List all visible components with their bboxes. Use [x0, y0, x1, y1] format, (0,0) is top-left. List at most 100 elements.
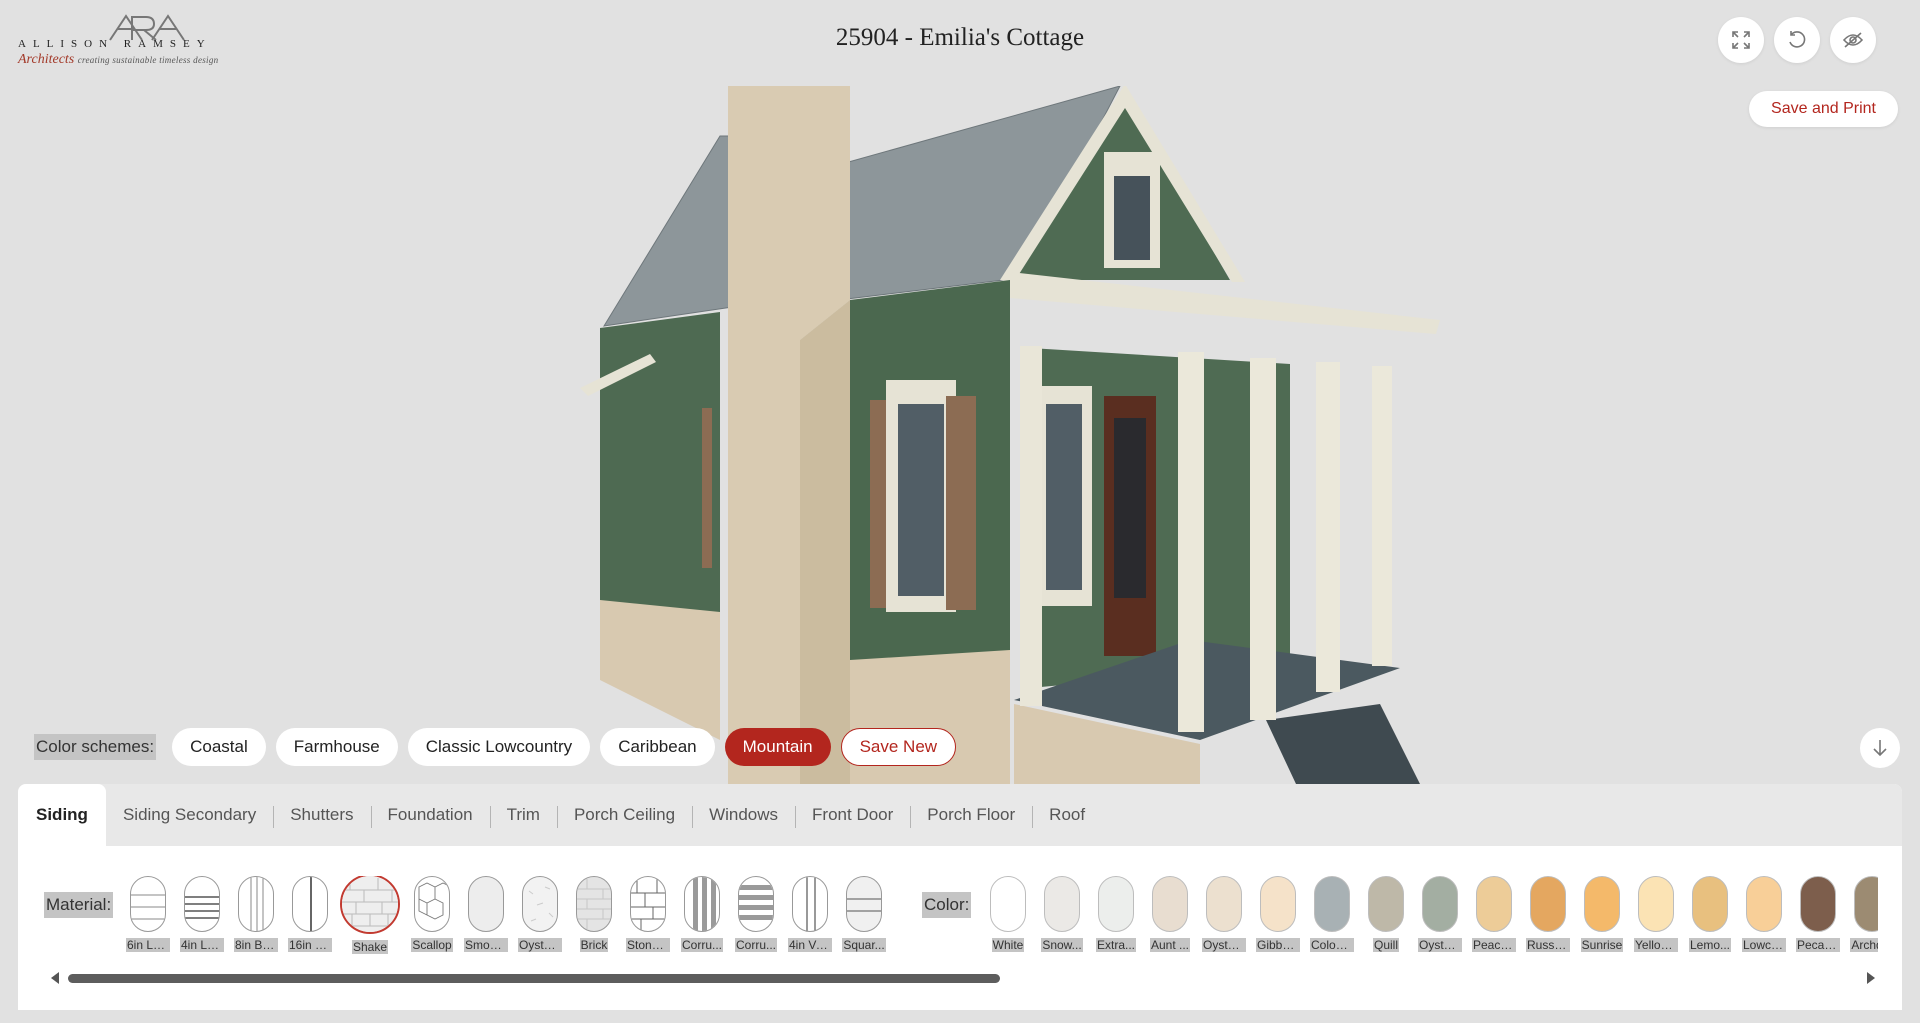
color-caption: Oyster...: [1202, 938, 1246, 952]
color-option[interactable]: Gibbe...: [1254, 876, 1302, 952]
material-caption: 4in Ve...: [788, 938, 832, 952]
color-option[interactable]: Extra...: [1092, 876, 1140, 952]
options-strip: Material: 6in La... 4in La... 8in Bo... …: [18, 876, 1878, 960]
color-caption: Lowco...: [1742, 938, 1786, 952]
porch-steps: [1266, 704, 1420, 784]
color-option[interactable]: Coloni...: [1308, 876, 1356, 952]
color-option[interactable]: Oyster...: [1416, 876, 1464, 952]
scroll-left-icon[interactable]: [48, 970, 62, 986]
material-caption: Scallop: [411, 938, 453, 952]
color-option[interactable]: Peace...: [1470, 876, 1518, 952]
foundation-left: [600, 600, 720, 740]
material-option[interactable]: Stone ...: [624, 876, 672, 952]
scheme-classic-lowcountry[interactable]: Classic Lowcountry: [407, 728, 591, 766]
material-option-selected[interactable]: Shake: [340, 876, 400, 954]
material-option[interactable]: Scallop: [408, 876, 456, 952]
brand-subtitle: Architects creating sustainable timeless…: [18, 52, 218, 68]
material-caption: Oyster...: [518, 938, 562, 952]
options-scrollbar[interactable]: [48, 970, 1878, 986]
scrollbar-thumb[interactable]: [68, 974, 1000, 983]
color-option[interactable]: White: [984, 876, 1032, 952]
color-swatch: [1314, 876, 1350, 932]
tab-shutters[interactable]: Shutters: [273, 784, 370, 846]
front-door-glass: [1114, 418, 1146, 598]
color-swatch: [1152, 876, 1188, 932]
material-option[interactable]: 4in Ve...: [786, 876, 834, 952]
tab-siding-secondary[interactable]: Siding Secondary: [106, 784, 273, 846]
save-new-scheme-button[interactable]: Save New: [840, 728, 957, 766]
material-16in-board-icon: [292, 876, 328, 932]
color-swatch: [1746, 876, 1782, 932]
save-and-print-button[interactable]: Save and Print: [1749, 91, 1898, 127]
tab-roof[interactable]: Roof: [1032, 784, 1102, 846]
color-option[interactable]: Pecan...: [1794, 876, 1842, 952]
color-caption: Pecan...: [1796, 938, 1840, 952]
material-caption: Brick: [579, 938, 609, 952]
tab-porch-floor[interactable]: Porch Floor: [910, 784, 1032, 846]
tab-foundation[interactable]: Foundation: [370, 784, 490, 846]
scroll-right-icon[interactable]: [1864, 970, 1878, 986]
color-swatch: [1422, 876, 1458, 932]
color-option[interactable]: Lowco...: [1740, 876, 1788, 952]
material-option[interactable]: Squar...: [840, 876, 888, 952]
tab-porch-ceiling[interactable]: Porch Ceiling: [556, 784, 692, 846]
tab-siding[interactable]: Siding: [18, 784, 106, 846]
color-option[interactable]: Aunt ...: [1146, 876, 1194, 952]
scheme-caribbean[interactable]: Caribbean: [600, 728, 715, 766]
material-option[interactable]: Smoot...: [462, 876, 510, 952]
reset-button[interactable]: [1774, 17, 1820, 63]
fullscreen-button[interactable]: [1718, 17, 1764, 63]
color-caption: Oyster...: [1418, 938, 1462, 952]
material-label: Material:: [44, 892, 114, 918]
brand-sub: Architects: [18, 52, 75, 67]
collapse-panel-button[interactable]: [1860, 728, 1900, 768]
tab-front-door[interactable]: Front Door: [795, 784, 910, 846]
material-4in-lap-icon: [184, 876, 220, 932]
color-swatch: [1800, 876, 1836, 932]
scheme-mountain[interactable]: Mountain: [724, 728, 831, 766]
front-window-glass: [898, 404, 944, 596]
color-option[interactable]: Quill: [1362, 876, 1410, 952]
material-caption: Corru...: [734, 938, 777, 952]
material-option[interactable]: Corru...: [732, 876, 780, 952]
material-option[interactable]: Oyster...: [516, 876, 564, 952]
tab-windows[interactable]: Windows: [692, 784, 795, 846]
porch-column: [1178, 352, 1204, 732]
color-option[interactable]: Yellow...: [1632, 876, 1680, 952]
material-corrugated-vertical-icon: [684, 876, 720, 932]
material-option[interactable]: Brick: [570, 876, 618, 952]
color-schemes-label: Color schemes:: [34, 734, 157, 760]
material-option[interactable]: 8in Bo...: [232, 876, 280, 952]
color-caption: Peace...: [1472, 938, 1516, 952]
shutter-left-side: [702, 408, 712, 568]
material-option[interactable]: 4in La...: [178, 876, 226, 952]
porch-roof: [1010, 272, 1440, 334]
color-option[interactable]: Archd...: [1848, 876, 1878, 952]
material-brick-icon: [576, 876, 612, 932]
scheme-farmhouse[interactable]: Farmhouse: [275, 728, 398, 766]
house-3d-viewport[interactable]: [560, 86, 1460, 784]
color-option[interactable]: Sunrise: [1578, 876, 1626, 952]
material-6in-lap-icon: [130, 876, 166, 932]
brand-tagline: creating sustainable timeless design: [77, 55, 219, 65]
material-option[interactable]: Corru...: [678, 876, 726, 952]
fullscreen-icon: [1732, 31, 1750, 49]
material-option[interactable]: 6in La...: [124, 876, 172, 952]
material-corrugated-horizontal-icon: [738, 876, 774, 932]
color-swatch: [1206, 876, 1242, 932]
color-caption: Yellow...: [1634, 938, 1678, 952]
material-caption: 6in La...: [126, 938, 170, 952]
color-option[interactable]: Russel...: [1524, 876, 1572, 952]
color-caption: White: [991, 938, 1025, 952]
tab-trim[interactable]: Trim: [489, 784, 557, 846]
color-option[interactable]: Lemo...: [1686, 876, 1734, 952]
reset-icon: [1789, 31, 1806, 48]
color-option[interactable]: Snow...: [1038, 876, 1086, 952]
porch-column: [1372, 366, 1392, 666]
color-option[interactable]: Oyster...: [1200, 876, 1248, 952]
material-option[interactable]: 16in B...: [286, 876, 334, 952]
color-label: Color:: [922, 892, 972, 918]
scheme-coastal[interactable]: Coastal: [172, 728, 266, 766]
color-caption: Sunrise: [1580, 938, 1624, 952]
hide-overlay-button[interactable]: [1830, 17, 1876, 63]
